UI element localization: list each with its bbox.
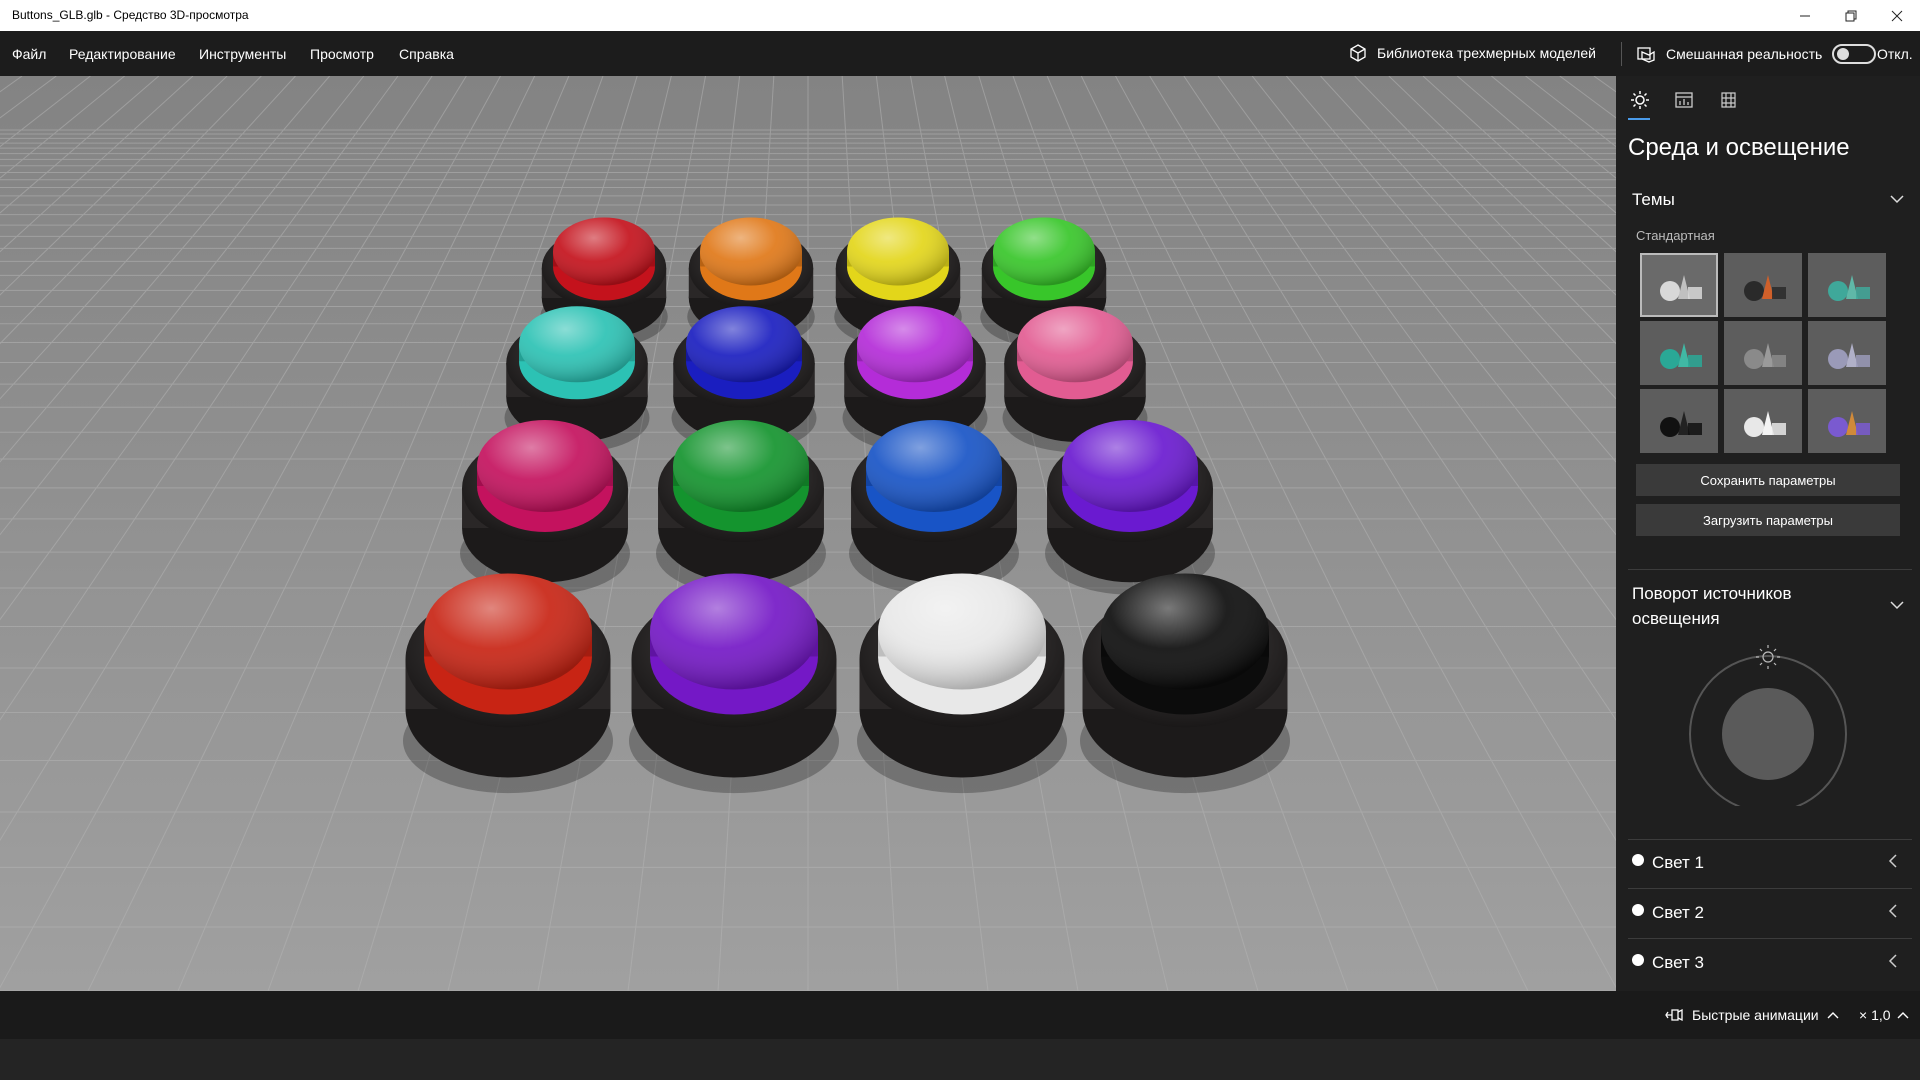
tab-environment[interactable] xyxy=(1628,88,1652,112)
theme-tile[interactable] xyxy=(1724,389,1802,453)
cube-icon xyxy=(1350,44,1366,62)
animations-control[interactable]: Быстрые анимации xyxy=(1664,1007,1839,1023)
minimize-icon xyxy=(1800,15,1810,16)
light-color-dot xyxy=(1632,954,1644,966)
speed-control[interactable]: × 1,0 xyxy=(1859,1007,1909,1023)
tab-mesh[interactable] xyxy=(1716,88,1740,112)
light-label: Свет 2 xyxy=(1652,903,1704,922)
mixed-reality-icon xyxy=(1637,47,1655,63)
chevron-left-icon[interactable] xyxy=(1888,853,1898,869)
light-rotation-dial[interactable] xyxy=(1686,642,1850,806)
theme-preview-icon xyxy=(1660,275,1702,301)
sun-icon xyxy=(1631,91,1649,109)
environment-panel: Среда и освещение Темы Стандартная Сохра… xyxy=(1616,76,1920,991)
panel-title: Среда и освещение xyxy=(1628,134,1850,161)
scene-button xyxy=(403,573,613,794)
mixed-reality-toggle[interactable] xyxy=(1832,44,1877,64)
3d-library-button[interactable]: Библиотека трехмерных моделей xyxy=(1349,44,1596,62)
tab-stats[interactable] xyxy=(1672,88,1696,112)
section-divider xyxy=(1628,569,1912,570)
scene-button xyxy=(629,573,839,794)
chevron-up-icon xyxy=(1827,1012,1839,1019)
section-divider xyxy=(1628,938,1912,939)
theme-preview-icon xyxy=(1744,275,1786,301)
section-divider xyxy=(1628,888,1912,889)
light-row-3[interactable]: Свет 3 xyxy=(1632,943,1916,983)
window-title: Buttons_GLB.glb - Средство 3D-просмотра xyxy=(12,8,249,22)
close-icon xyxy=(1891,10,1903,21)
restore-icon xyxy=(1845,10,1857,21)
light-color-dot xyxy=(1632,854,1644,866)
theme-preview-icon xyxy=(1828,275,1870,301)
theme-tile[interactable] xyxy=(1724,253,1802,317)
scene-button xyxy=(1045,420,1215,595)
light-row-2[interactable]: Свет 2 xyxy=(1632,893,1916,933)
menu-help[interactable]: Справка xyxy=(399,46,454,62)
theme-tile[interactable] xyxy=(1640,389,1718,453)
theme-preview-icon xyxy=(1660,343,1702,369)
stats-icon xyxy=(1675,92,1693,108)
menu-bar: Файл Редактирование Инструменты Просмотр… xyxy=(0,31,1920,76)
mixed-reality-label: Смешанная реальность xyxy=(1666,46,1823,62)
menu-tools[interactable]: Инструменты xyxy=(199,46,286,62)
theme-preview-icon xyxy=(1828,411,1870,437)
themes-subheading: Стандартная xyxy=(1636,228,1715,243)
theme-tile[interactable] xyxy=(1724,321,1802,385)
status-bar: Быстрые анимации × 1,0 xyxy=(0,991,1920,1039)
close-button[interactable] xyxy=(1874,0,1920,31)
theme-tile[interactable] xyxy=(1640,321,1718,385)
light-label: Свет 1 xyxy=(1652,853,1704,872)
scene-button xyxy=(1080,573,1290,794)
minimize-button[interactable] xyxy=(1782,0,1828,31)
animation-icon xyxy=(1665,1008,1683,1022)
mixed-reality-state: Откл. xyxy=(1877,46,1913,62)
menu-view[interactable]: Просмотр xyxy=(310,46,374,62)
mesh-grid-icon xyxy=(1721,92,1736,108)
scene-button xyxy=(656,420,826,595)
themes-heading[interactable]: Темы xyxy=(1632,190,1675,210)
theme-preview-icon xyxy=(1660,411,1702,437)
theme-preview-icon xyxy=(1744,411,1786,437)
speed-value: × 1,0 xyxy=(1859,1007,1891,1023)
scene-button xyxy=(857,573,1067,794)
theme-preview-icon xyxy=(1828,343,1870,369)
chevron-up-icon xyxy=(1897,1012,1909,1019)
menu-file[interactable]: Файл xyxy=(12,46,46,62)
light-label: Свет 3 xyxy=(1652,953,1704,972)
menu-separator xyxy=(1621,42,1622,66)
chevron-left-icon[interactable] xyxy=(1888,903,1898,919)
3d-viewport[interactable] xyxy=(0,76,1616,991)
theme-tile[interactable] xyxy=(1808,253,1886,317)
load-settings-button[interactable]: Загрузить параметры xyxy=(1636,504,1900,536)
title-bar: Buttons_GLB.glb - Средство 3D-просмотра xyxy=(0,0,1920,31)
scene-button xyxy=(460,420,630,595)
restore-button[interactable] xyxy=(1828,0,1874,31)
section-divider xyxy=(1628,839,1912,840)
save-settings-button[interactable]: Сохранить параметры xyxy=(1636,464,1900,496)
taskbar xyxy=(0,1039,1920,1080)
light-row-1[interactable]: Свет 1 xyxy=(1632,843,1916,883)
rotation-sphere[interactable] xyxy=(1722,688,1814,780)
animations-label: Быстрые анимации xyxy=(1692,1007,1819,1023)
scene-button xyxy=(849,420,1019,595)
theme-tile[interactable] xyxy=(1640,253,1718,317)
chevron-down-icon[interactable] xyxy=(1890,194,1904,204)
chevron-left-icon[interactable] xyxy=(1888,953,1898,969)
mixed-reality-control[interactable]: Смешанная реальность xyxy=(1636,44,1877,64)
menu-edit[interactable]: Редактирование xyxy=(69,46,176,62)
scene-canvas xyxy=(0,76,1616,991)
theme-preview-icon xyxy=(1744,343,1786,369)
light-rotation-heading[interactable]: Поворот источников освещения xyxy=(1632,581,1862,631)
chevron-down-icon[interactable] xyxy=(1890,600,1904,610)
theme-tile[interactable] xyxy=(1808,389,1886,453)
active-tab-indicator xyxy=(1628,118,1650,120)
light-color-dot xyxy=(1632,904,1644,916)
3d-library-label: Библиотека трехмерных моделей xyxy=(1377,45,1596,61)
theme-tile[interactable] xyxy=(1808,321,1886,385)
